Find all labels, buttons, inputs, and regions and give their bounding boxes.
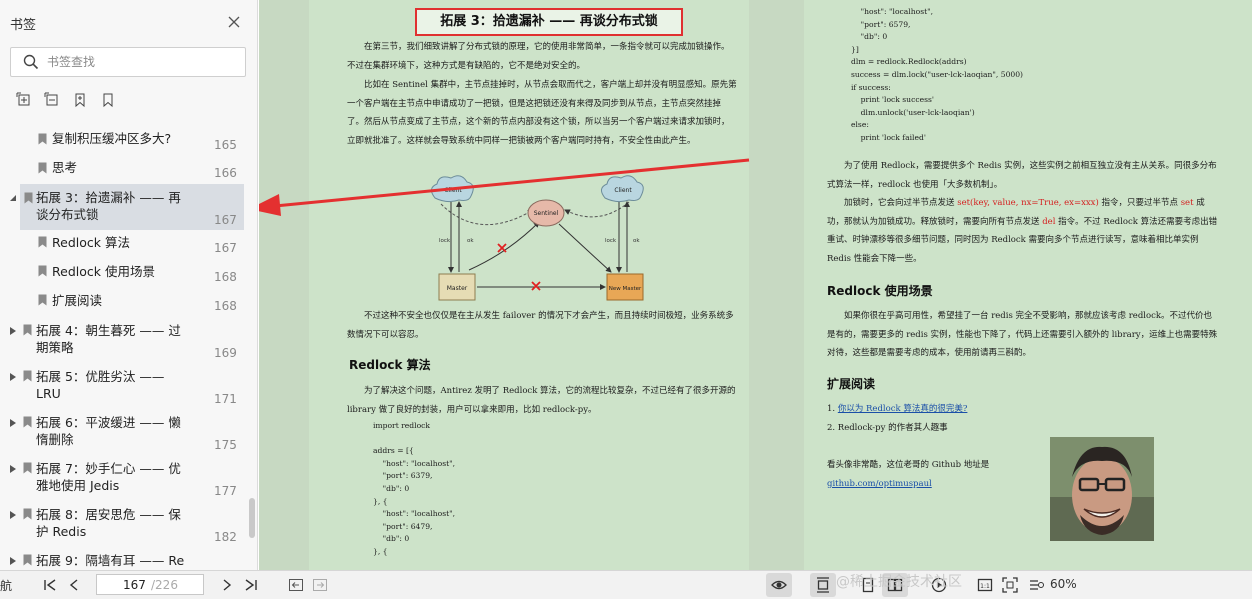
right-paragraph-4: 看头像非常酷，这位老哥的 Github 地址是 <box>827 460 990 470</box>
chapter-title: 拓展 3：拾遗漏补 —— 再谈分布式锁 <box>415 8 683 36</box>
page-number-input[interactable]: 167 /226 <box>96 574 204 595</box>
watermark-text: @稀土掘金技术社区 <box>836 574 962 590</box>
heading-further-reading: 扩展阅读 <box>827 377 876 391</box>
bookmark-icon <box>23 370 32 382</box>
sidebar-title: 书签 <box>10 18 37 33</box>
ok-label-right: ok <box>633 238 640 244</box>
bookmark-search-input[interactable] <box>47 52 237 72</box>
eye-icon <box>771 580 787 590</box>
left-paragraph-2: 比如在 Sentinel 集群中，主节点挂掉时，从节点会取而代之，客户端上却并没… <box>347 80 737 146</box>
bookmark-item-extension-4[interactable]: 拓展 4：朝生暮死 —— 过期策略 169 <box>0 320 246 364</box>
author-avatar-photo <box>1050 437 1154 541</box>
github-link-line: github.com/optimuspaul <box>827 475 932 494</box>
bottom-toolbar: 航 167 /226 1:1 60% <box>0 570 1252 599</box>
heading-redlock-algorithm: Redlock 算法 <box>349 358 431 372</box>
expand-all-icon[interactable] <box>16 92 32 108</box>
document-view: 拓展 3：拾遗漏补 —— 再谈分布式锁 在第三节，我们细致讲解了分布式锁的原理，… <box>259 0 1252 570</box>
zoom-level[interactable]: 60% <box>1050 577 1077 591</box>
ok-label-left: ok <box>467 238 474 244</box>
svg-text:New Master: New Master <box>609 286 642 292</box>
expanded-triangle-icon[interactable] <box>9 194 17 202</box>
bookmark-icon <box>38 133 47 145</box>
bookmark-item-redlock-algorithm[interactable]: Redlock 算法 167 <box>0 232 246 259</box>
bookmark-icon <box>38 236 47 248</box>
forward-icon[interactable] <box>312 577 328 593</box>
left-paragraph-1: 在第三节，我们细致讲解了分布式锁的原理，它的使用非常简单，一条指令就可以完成加锁… <box>347 42 730 71</box>
heading-redlock-usage: Redlock 使用场景 <box>827 284 933 298</box>
bookmark-search-box[interactable] <box>10 47 246 77</box>
bookmark-icon[interactable] <box>100 92 116 108</box>
right-paragraph-2: 加锁时，它会向过半节点发送 set(key, value, nx=True, e… <box>827 198 1218 264</box>
lock-label-left: lock <box>439 238 451 244</box>
left-paragraph-3: 不过这种不安全也仅仅是在主从发生 failover 的情况下才会产生，而且持续时… <box>347 311 734 340</box>
add-bookmark-icon[interactable] <box>72 92 88 108</box>
svg-text:1:1: 1:1 <box>980 583 990 590</box>
fit-page-icon[interactable] <box>1002 577 1018 593</box>
collapsed-triangle-icon[interactable] <box>9 373 17 381</box>
bookmark-icon <box>23 508 32 520</box>
zoom-menu-icon[interactable] <box>1028 577 1044 593</box>
annotation-arrow <box>259 158 750 216</box>
bookmark-list: 复制积压缓冲区多大? 165 思考 166 拓展 3：拾遗漏补 —— 再谈分布式… <box>0 124 248 570</box>
bookmark-item-extension-3[interactable]: 拓展 3：拾遗漏补 —— 再谈分布式锁 167 <box>10 184 244 230</box>
bookmark-icon <box>23 324 32 336</box>
bookmark-item-extension-9[interactable]: 拓展 9：隔墙有耳 —— Re <box>0 550 246 570</box>
next-page-icon[interactable] <box>219 577 235 593</box>
bookmark-sidebar: 书签 复制积压缓冲区多大? 165 思考 166 拓展 3：拾遗漏补 —— 再谈… <box>0 0 258 570</box>
last-page-icon[interactable] <box>243 577 259 593</box>
previous-page-icon[interactable] <box>66 577 82 593</box>
bookmark-item-think[interactable]: 思考 166 <box>0 159 246 184</box>
bookmark-item-extension-7[interactable]: 拓展 7：妙手仁心 —— 优雅地使用 Jedis 177 <box>0 458 246 502</box>
bookmark-item-replication-buffer[interactable]: 复制积压缓冲区多大? 165 <box>0 130 246 159</box>
bookmark-icon <box>38 162 47 174</box>
bookmark-item-extension-8[interactable]: 拓展 8：居安思危 —— 保护 Redis 182 <box>0 504 246 548</box>
replication-failed-cross-icon <box>531 281 541 291</box>
bookmark-icon <box>24 192 33 204</box>
actual-size-icon[interactable]: 1:1 <box>977 577 993 593</box>
master-node: Master <box>438 273 476 301</box>
bookmark-icon <box>23 416 32 428</box>
collapsed-triangle-icon[interactable] <box>9 327 17 335</box>
bookmark-icon <box>23 462 32 474</box>
close-icon[interactable] <box>226 14 242 30</box>
collapse-all-icon[interactable] <box>44 92 60 108</box>
bookmark-item-redlock-usage[interactable]: Redlock 使用场景 168 <box>0 261 246 288</box>
new-master-node: New Master <box>606 273 644 301</box>
bookmark-item-extension-5[interactable]: 拓展 5：优胜劣汰 —— LRU 171 <box>0 366 246 410</box>
reading-item-1: 1. 你以为 Redlock 算法真的很完美? <box>827 404 968 414</box>
code-block-left: import redlock addrs = [{ "host": "local… <box>373 421 456 556</box>
sidebar-scrollbar[interactable] <box>249 498 255 538</box>
right-paragraph-3: 如果你很在乎高可用性，希望挂了一台 redis 完全不受影响，那就应该考虑 re… <box>827 311 1218 359</box>
bookmark-icon <box>38 294 47 306</box>
github-link[interactable]: github.com/optimuspaul <box>827 479 932 489</box>
collapsed-triangle-icon[interactable] <box>9 557 17 565</box>
back-icon[interactable] <box>288 577 304 593</box>
bookmark-item-extension-6[interactable]: 拓展 6：平波缓进 —— 懒惰删除 175 <box>0 412 246 456</box>
svg-text:Master: Master <box>447 285 468 292</box>
left-paragraph-4: 为了解决这个问题，Antirez 发明了 Redlock 算法，它的流程比较复杂… <box>347 386 736 415</box>
right-paragraph-1: 为了使用 Redlock，需要提供多个 Redis 实例，这些实例之前相互独立没… <box>827 161 1217 190</box>
bookmark-icon <box>38 265 47 277</box>
navigation-label: 航 <box>0 579 13 593</box>
redlock-article-link[interactable]: 你以为 Redlock 算法真的很完美? <box>838 404 968 414</box>
search-icon <box>23 54 39 70</box>
collapsed-triangle-icon[interactable] <box>9 419 17 427</box>
continuous-page-icon <box>817 577 829 593</box>
collapsed-triangle-icon[interactable] <box>9 511 17 519</box>
lock-label-right: lock <box>605 238 617 244</box>
collapsed-triangle-icon[interactable] <box>9 465 17 473</box>
first-page-icon[interactable] <box>42 577 58 593</box>
bookmark-icon <box>23 554 32 566</box>
sync-failed-cross-icon <box>497 243 507 253</box>
reading-item-2: 2. Redlock-py 的作者其人趣事 <box>827 423 948 433</box>
bookmark-item-further-reading[interactable]: 扩展阅读 168 <box>0 290 246 317</box>
code-block-right: "host": "localhost", "port": 6579, "db":… <box>851 7 1024 142</box>
